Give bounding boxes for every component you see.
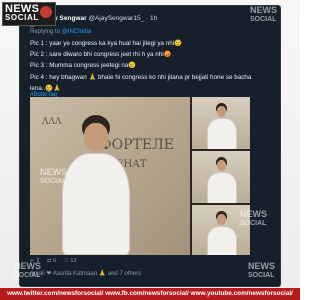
- news-social-watermark: NEWS SOCIAL: [14, 261, 41, 280]
- camera-icon: [40, 6, 52, 18]
- replying-handle-link[interactable]: @INCIndia: [62, 29, 91, 35]
- tweet-line-4: Pic 4 : hey bhagwan 🙏 bhale hi congress …: [30, 73, 252, 81]
- author-line[interactable]: Ajay Sengwar @AjaySengwar15_ · 1h: [44, 15, 157, 22]
- news-social-logo: NEWS SOCIAL: [2, 2, 56, 26]
- news-social-watermark: NEWS SOCIAL: [240, 209, 267, 228]
- retweet-button[interactable]: ⇄ 6: [47, 258, 56, 264]
- tweet-line-3: Pic 3 : Mumma congress jeetegi na😢: [30, 62, 137, 70]
- photo-2[interactable]: [192, 97, 250, 149]
- tweet-line-1: Pic 1 : yaar ye congress ka kya hual hai…: [30, 40, 183, 47]
- tweet-line-5: lena..😢🙏: [30, 84, 62, 92]
- liked-by-text[interactable]: Anjali ❤ Aasrita Katmaan 🙏 and 7 others: [30, 270, 141, 277]
- author-handle: @AjaySengwar15_ · 1h: [88, 15, 158, 22]
- graffiti-text-3: ΛΛΛ: [42, 117, 62, 127]
- replying-to: Replying to @INCIndia: [30, 29, 92, 35]
- person-figure: [60, 115, 130, 255]
- tweet-line-2: Pic 2 : sare diwaro bhi congress jeet rh…: [30, 51, 172, 59]
- news-social-watermark: NEWS SOCIAL: [248, 261, 275, 280]
- like-button[interactable]: ♡ 12: [64, 258, 77, 264]
- tweet-text: Pic 1 : yaar ye congress ka kya hual hai…: [30, 38, 265, 94]
- social-links-footer: www.twitter.com/newsforsocial/ www.fb.co…: [0, 288, 300, 300]
- photo-3[interactable]: [192, 151, 250, 203]
- tweet-actions: ↩ 3 ⇄ 6 ♡ 12: [30, 258, 255, 264]
- news-social-watermark: NEWS SOCIAL: [250, 5, 277, 24]
- news-social-watermark: NEWS SOCIAL: [40, 167, 67, 186]
